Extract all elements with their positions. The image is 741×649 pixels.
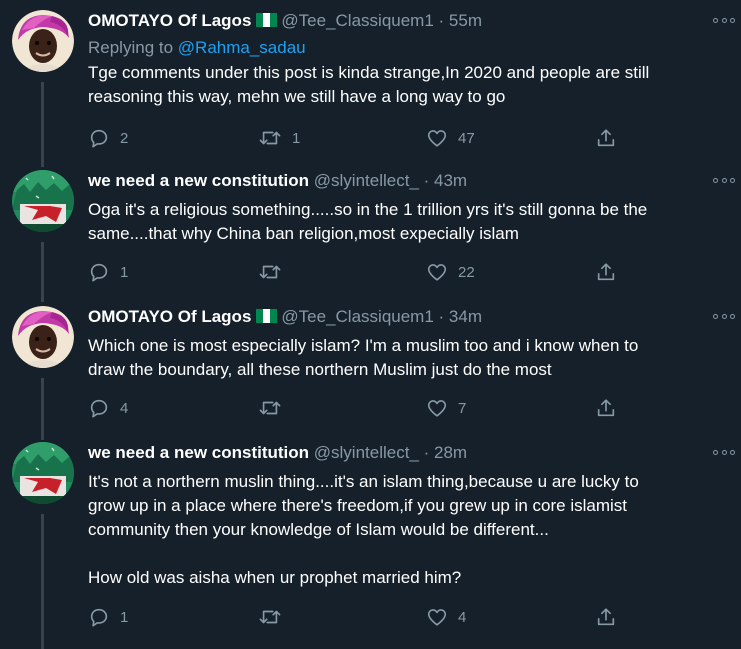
tweet-content: we need a new constitution @slyintellect… — [88, 170, 727, 246]
like-button[interactable]: 22 — [426, 259, 475, 285]
share-button[interactable] — [595, 259, 617, 285]
share-icon — [597, 129, 615, 147]
tweet-actions: 1 22 — [88, 259, 648, 285]
tweet-text: Tge comments under this post is kinda st… — [88, 63, 650, 106]
display-name[interactable]: we need a new constitution — [88, 171, 309, 190]
avatar-image — [12, 442, 74, 504]
like-button[interactable]: 7 — [426, 395, 466, 421]
avatar[interactable] — [12, 442, 74, 504]
nigeria-flag-icon — [256, 13, 278, 27]
timestamp[interactable]: · 43m — [424, 171, 467, 190]
avatar[interactable] — [12, 170, 74, 232]
retweet-icon — [259, 401, 281, 415]
avatar[interactable] — [12, 306, 74, 368]
timestamp[interactable]: · 55m — [439, 11, 482, 30]
tweet-actions: 4 7 — [88, 395, 648, 421]
reply-icon — [90, 129, 108, 148]
heart-icon — [427, 130, 447, 147]
tweet-actions: 2 1 47 — [88, 125, 648, 151]
display-name[interactable]: we need a new constitution — [88, 443, 309, 462]
reply-thread: OMOTAYO Of Lagos @Tee_Classiquem1 · 55m R… — [0, 0, 741, 649]
reply-button[interactable]: 2 — [88, 125, 128, 151]
thread-line — [41, 378, 44, 440]
avatar-image — [12, 306, 74, 368]
like-count: 7 — [458, 399, 467, 417]
username[interactable]: @slyintellect_ — [314, 171, 419, 190]
more-options-icon[interactable] — [713, 16, 735, 24]
retweet-button[interactable] — [258, 259, 282, 285]
retweet-icon — [259, 610, 281, 624]
tweet-text: It's not a northern muslin thing....it's… — [88, 472, 639, 587]
reply-count: 4 — [120, 399, 129, 417]
reply-icon — [90, 399, 108, 418]
heart-icon — [427, 264, 447, 281]
reply-button[interactable]: 4 — [88, 395, 128, 421]
tweet-header: OMOTAYO Of Lagos @Tee_Classiquem1 · 34m — [88, 306, 727, 328]
retweet-count: 1 — [292, 129, 301, 147]
retweet-icon — [259, 265, 281, 279]
tweet-text: Oga it's a religious something.....so in… — [88, 200, 648, 243]
like-count: 4 — [458, 608, 467, 626]
thread-line — [41, 242, 44, 302]
display-name[interactable]: OMOTAYO Of Lagos — [88, 307, 251, 326]
reply-count: 2 — [120, 129, 129, 147]
heart-icon — [427, 400, 447, 417]
avatar[interactable] — [12, 10, 74, 72]
tweet-header: OMOTAYO Of Lagos @Tee_Classiquem1 · 55m — [88, 10, 727, 32]
retweet-button[interactable]: 1 — [258, 125, 300, 151]
avatar-image — [12, 170, 74, 232]
username[interactable]: @Tee_Classiquem1 — [281, 11, 433, 30]
tweet-content: OMOTAYO Of Lagos @Tee_Classiquem1 · 34m W… — [88, 306, 727, 382]
thread-line — [41, 514, 44, 649]
heart-icon — [427, 609, 447, 626]
reply-icon — [90, 608, 108, 627]
username[interactable]: @Tee_Classiquem1 — [281, 307, 433, 326]
nigeria-flag-icon — [256, 309, 278, 323]
reply-icon — [90, 263, 108, 282]
replying-to-label: Replying to — [88, 38, 174, 57]
thread-line — [41, 82, 44, 167]
share-icon — [597, 399, 615, 417]
share-button[interactable] — [595, 604, 617, 630]
timestamp[interactable]: · 28m — [424, 443, 467, 462]
share-button[interactable] — [595, 395, 617, 421]
replying-to: Replying to @Rahma_sadau — [88, 37, 727, 59]
reply-count: 1 — [120, 263, 129, 281]
tweet-actions: 1 4 — [88, 604, 648, 630]
more-options-icon[interactable] — [713, 312, 735, 320]
tweet-header: we need a new constitution @slyintellect… — [88, 442, 727, 464]
tweet-header: we need a new constitution @slyintellect… — [88, 170, 727, 192]
like-button[interactable]: 4 — [426, 604, 466, 630]
like-button[interactable]: 47 — [426, 125, 475, 151]
share-button[interactable] — [595, 125, 617, 151]
share-icon — [597, 608, 615, 626]
tweet-text: Which one is most especially islam? I'm … — [88, 336, 639, 379]
tweet-content: OMOTAYO Of Lagos @Tee_Classiquem1 · 55m R… — [88, 10, 727, 109]
more-options-icon[interactable] — [713, 448, 735, 456]
tweet-content: we need a new constitution @slyintellect… — [88, 442, 727, 590]
like-count: 22 — [458, 263, 475, 281]
display-name[interactable]: OMOTAYO Of Lagos — [88, 11, 251, 30]
retweet-button[interactable] — [258, 395, 282, 421]
avatar-image — [12, 10, 74, 72]
replying-to-handle[interactable]: @Rahma_sadau — [178, 38, 306, 57]
timestamp[interactable]: · 34m — [439, 307, 482, 326]
retweet-icon — [259, 131, 281, 145]
retweet-button[interactable] — [258, 604, 282, 630]
reply-count: 1 — [120, 608, 129, 626]
share-icon — [597, 263, 615, 281]
like-count: 47 — [458, 129, 475, 147]
reply-button[interactable]: 1 — [88, 604, 128, 630]
username[interactable]: @slyintellect_ — [314, 443, 419, 462]
more-options-icon[interactable] — [713, 176, 735, 184]
reply-button[interactable]: 1 — [88, 259, 128, 285]
